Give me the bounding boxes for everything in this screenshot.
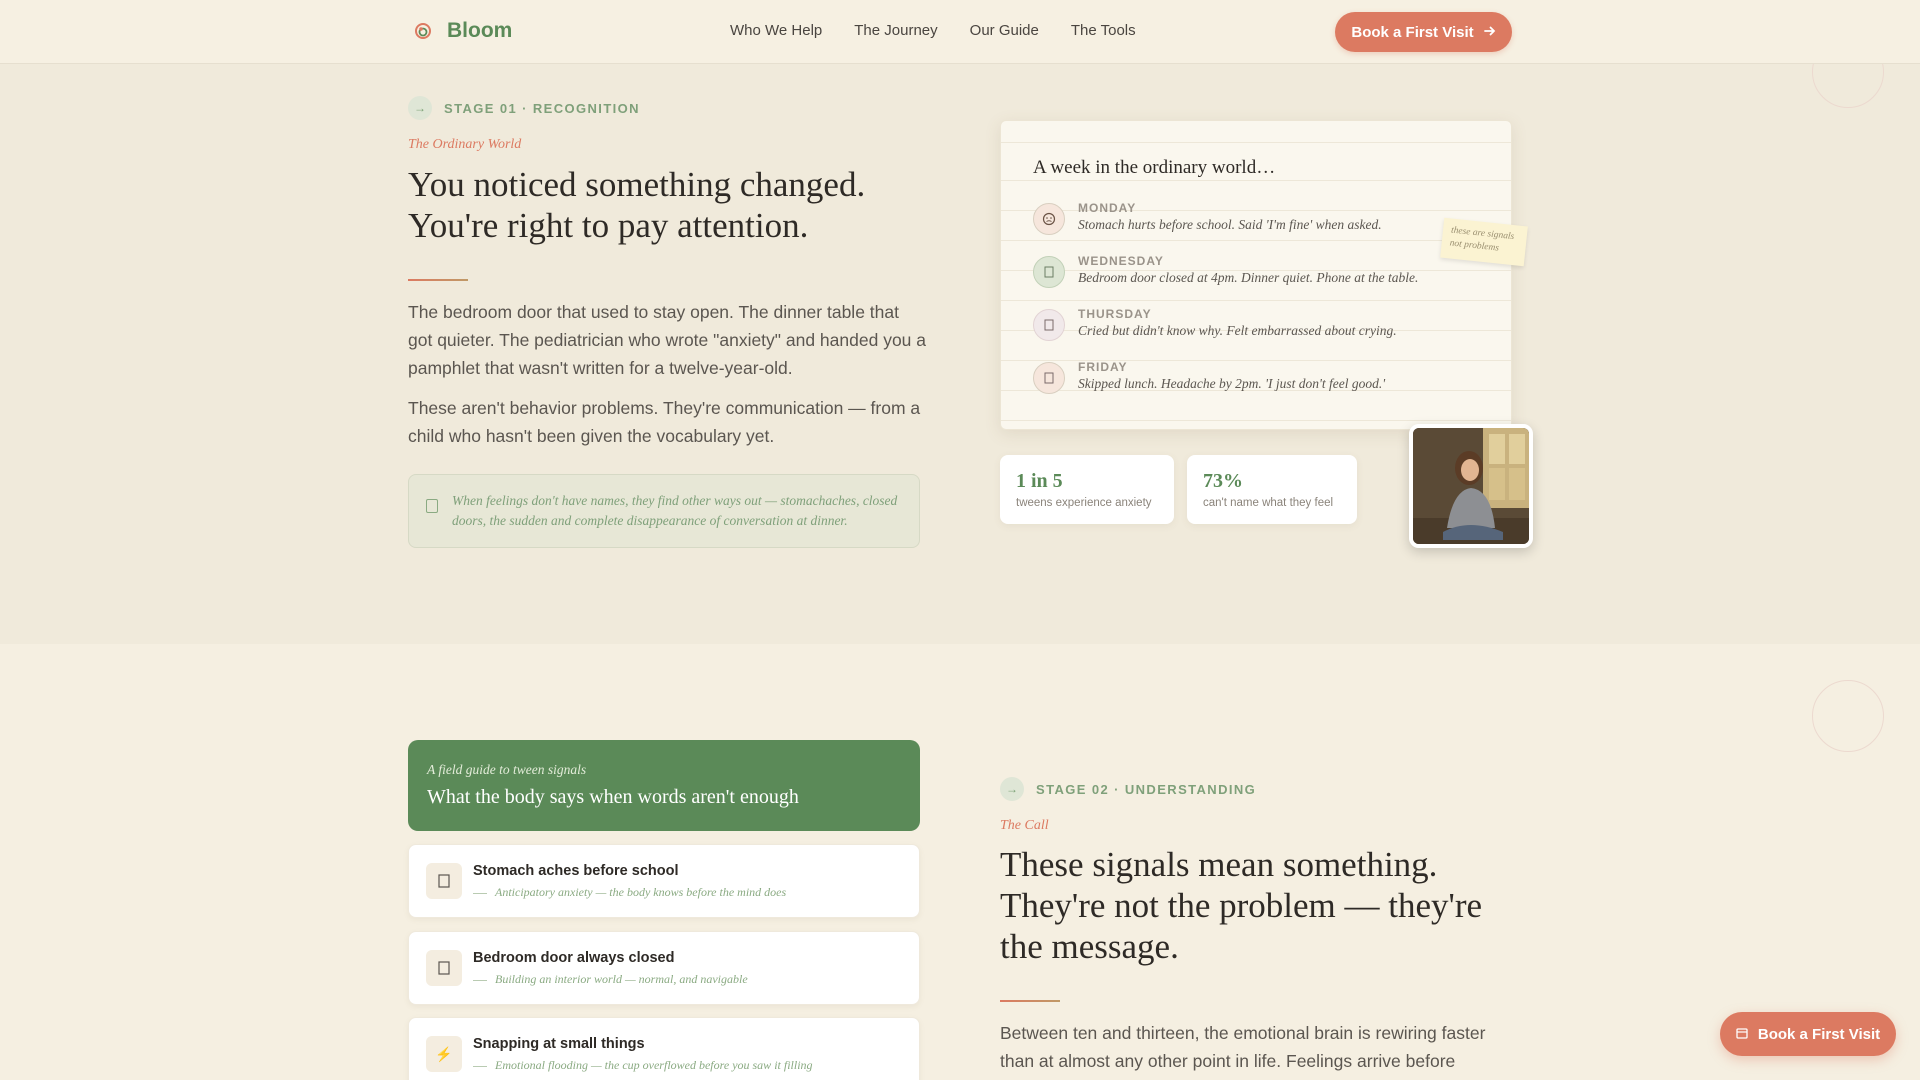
diary-title: A week in the ordinary world…	[1033, 157, 1276, 178]
lightning-icon: ⚡	[426, 1036, 462, 1072]
nav-link-our-guide[interactable]: Our Guide	[970, 22, 1039, 39]
stage-1-header: → STAGE 01 · RECOGNITION	[408, 96, 640, 120]
nav-link-who-we-help[interactable]: Who We Help	[730, 22, 822, 39]
door-icon	[426, 950, 462, 986]
signal-item[interactable]: Stomach aches before school Anticipatory…	[408, 844, 920, 918]
floating-book-visit-button[interactable]: Book a First Visit	[1720, 1012, 1896, 1056]
stage-1-title: You noticed something changed. You're ri…	[408, 164, 865, 246]
calendar-icon	[1736, 1026, 1748, 1043]
book-visit-button[interactable]: Book a First Visit	[1335, 12, 1512, 52]
note-icon	[426, 499, 438, 513]
quote-text: When feelings don't have names, they fin…	[452, 493, 898, 528]
diary-day-name: FRIDAY	[1078, 360, 1128, 374]
stage-1-title-line-2: You're right to pay attention.	[408, 206, 809, 245]
signal-item[interactable]: Bedroom door always closed Building an i…	[408, 931, 920, 1005]
girl-window-photo	[1409, 424, 1533, 548]
logo[interactable]: Bloom	[411, 19, 512, 43]
stage-2-title-line-2: They're not the problem — they're	[1000, 886, 1483, 925]
diary-day-name: WEDNESDAY	[1078, 254, 1164, 268]
diary-day: FRIDAY Skipped lunch. Headache by 2pm. '…	[1033, 360, 1493, 400]
diary-day-name: MONDAY	[1078, 201, 1137, 215]
diary-day: THURSDAY Cried but didn't know why. Felt…	[1033, 307, 1493, 347]
stat-value: 73%	[1203, 470, 1243, 492]
signal-description: Emotional flooding — the cup overflowed …	[473, 1058, 813, 1073]
floating-cta-label: Book a First Visit	[1757, 1025, 1881, 1043]
decorative-circle-icon	[1812, 680, 1884, 752]
stomach-icon	[426, 863, 462, 899]
face-icon	[1033, 203, 1065, 235]
stage-1-title-line-1: You noticed something changed.	[408, 165, 866, 204]
tear-icon	[1033, 309, 1065, 341]
diary-card: A week in the ordinary world… MONDAY Sto…	[1000, 120, 1512, 430]
stage-2-title: These signals mean something. They're no…	[1000, 844, 1482, 967]
diary-day-note: Bedroom door closed at 4pm. Dinner quiet…	[1078, 270, 1419, 285]
nav-link-the-journey[interactable]: The Journey	[854, 22, 937, 39]
stage-2-section	[0, 644, 1920, 1080]
sticky-note: these are signals not problems	[1440, 217, 1528, 267]
signal-description: Building an interior world — normal, and…	[473, 972, 748, 987]
door-icon	[1033, 256, 1065, 288]
stat-label: tweens experience anxiety	[1016, 497, 1152, 509]
diary-day-note: Stomach hurts before school. Said 'I'm f…	[1078, 217, 1382, 232]
arrow-icon: →	[1000, 777, 1024, 801]
signal-title: Snapping at small things	[473, 1036, 645, 1052]
stage-1-paragraph-2: These aren't behavior problems. They're …	[408, 398, 921, 446]
stat-label: can't name what they feel	[1203, 497, 1334, 509]
plate-icon	[1033, 362, 1065, 394]
signal-description: Anticipatory anxiety — the body knows be…	[473, 885, 786, 900]
arrow-icon: →	[408, 96, 432, 120]
top-nav: Bloom Who We Help The Journey Our Guide …	[0, 0, 1920, 64]
diary-day-name: THURSDAY	[1078, 307, 1152, 321]
quote-box: When feelings don't have names, they fin…	[408, 474, 920, 548]
divider	[1000, 1000, 1060, 1002]
signal-title: Stomach aches before school	[473, 863, 679, 879]
stat-card: 1 in 5 tweens experience anxiety	[1000, 455, 1174, 524]
book-visit-label: Book a First Visit	[1351, 23, 1474, 41]
nav-links: Who We Help The Journey Our Guide The To…	[730, 22, 1136, 39]
field-guide-subtitle: A field guide to tween signals	[427, 762, 587, 777]
field-guide-header: A field guide to tween signals What the …	[408, 740, 920, 831]
diary-day: WEDNESDAY Bedroom door closed at 4pm. Di…	[1033, 254, 1493, 294]
stat-value: 1 in 5	[1016, 470, 1063, 492]
stage-2-paragraph: Between ten and thirteen, the emotional …	[1000, 1023, 1486, 1071]
signal-item[interactable]: ⚡ Snapping at small things Emotional flo…	[408, 1017, 920, 1080]
diary-day-note: Cried but didn't know why. Felt embarras…	[1078, 323, 1397, 338]
diary-day: MONDAY Stomach hurts before school. Said…	[1033, 201, 1493, 241]
stage-2-kicker: The Call	[1000, 818, 1049, 833]
divider	[408, 279, 468, 281]
stat-card: 73% can't name what they feel	[1187, 455, 1357, 524]
stage-2-header: → STAGE 02 · UNDERSTANDING	[1000, 777, 1256, 801]
stage-1-section	[0, 64, 1920, 644]
stage-1-kicker: The Ordinary World	[408, 137, 522, 152]
diary-day-note: Skipped lunch. Headache by 2pm. 'I just …	[1078, 376, 1386, 391]
brand-name: Bloom	[447, 19, 513, 42]
stage-1-label: STAGE 01 · RECOGNITION	[444, 100, 640, 116]
arrow-right-icon	[1483, 24, 1496, 41]
bloom-logo-icon	[411, 19, 435, 43]
stage-2-label: STAGE 02 · UNDERSTANDING	[1036, 781, 1257, 797]
signal-title: Bedroom door always closed	[473, 950, 675, 966]
field-guide-title: What the body says when words aren't eno…	[427, 786, 799, 808]
stage-2-title-line-3: the message.	[1000, 927, 1179, 966]
nav-link-the-tools[interactable]: The Tools	[1071, 22, 1136, 39]
stage-2-title-line-1: These signals mean something.	[1000, 845, 1438, 884]
stage-1-paragraph-1: The bedroom door that used to stay open.…	[408, 302, 927, 378]
